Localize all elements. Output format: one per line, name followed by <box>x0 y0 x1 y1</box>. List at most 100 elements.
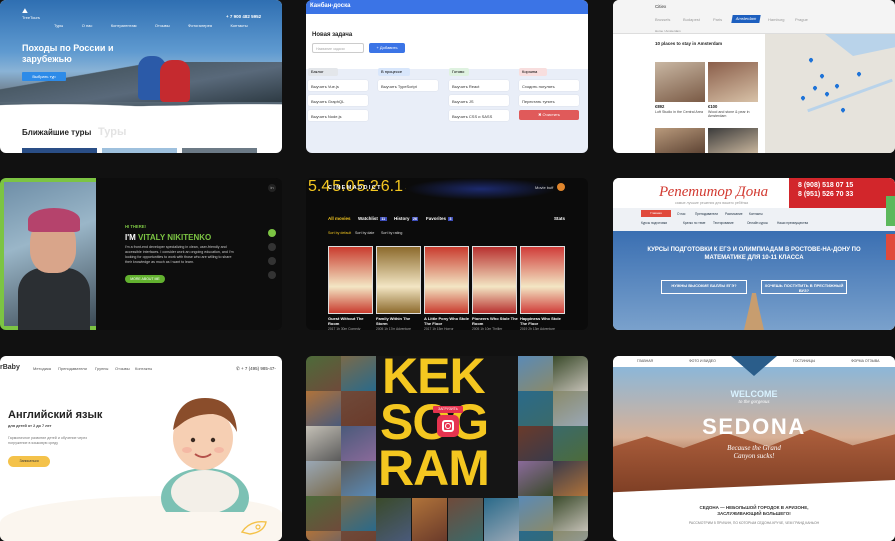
nav-link[interactable]: Контакты <box>135 366 152 371</box>
sedona-preview[interactable]: ГЛАВНАЯ ФОТО И ВИДЕО ГОСТИНИЦЫ ФОРМА ОТЗ… <box>613 356 895 541</box>
map-pin-icon[interactable] <box>800 95 806 101</box>
filter-favorites[interactable]: Favorites 3 <box>426 216 453 221</box>
nav-item[interactable]: Кратко по теме <box>683 221 705 225</box>
nav-link[interactable]: Отзывы <box>115 366 130 371</box>
mail-icon[interactable] <box>268 271 276 279</box>
cta-box[interactable]: ХОЧЕШЬ ПОСТУПИТЬ В ПРЕСТИЖНЫЙ ВУЗ? <box>761 280 847 294</box>
film-poster[interactable] <box>520 246 565 314</box>
photo-thumb[interactable] <box>518 426 553 461</box>
map-pin-icon[interactable] <box>824 91 830 97</box>
task-card[interactable]: Выучить React <box>449 80 509 91</box>
nav-link[interactable]: Фотогалерея <box>188 23 212 28</box>
tours-site-preview[interactable]: ⛰ TreeTours Туры О нас Контрагентам Отзы… <box>0 0 282 153</box>
phone-number[interactable]: + 7 900 482 5952 <box>226 14 261 19</box>
sort-date[interactable]: Sort by date <box>355 231 374 235</box>
choose-tour-button[interactable]: Выбрать тур <box>22 72 66 81</box>
photo-thumb[interactable] <box>341 356 376 391</box>
listing-photo[interactable] <box>708 128 758 153</box>
photo-thumb[interactable] <box>306 461 341 496</box>
signup-button[interactable]: Записаться <box>8 456 50 467</box>
phone-number[interactable]: ✆ + 7 (495) 985-47- <box>236 366 276 372</box>
nav-link[interactable]: Туры <box>54 23 63 28</box>
nav-link[interactable]: Контрагентам <box>111 23 137 28</box>
task-card[interactable]: Сходить погулять <box>519 80 579 91</box>
phone-number[interactable]: 8 (908) 518 07 15 <box>798 181 853 190</box>
task-card[interactable]: Выучить Node.js <box>308 110 368 121</box>
film-poster[interactable] <box>472 246 517 314</box>
photo-thumb[interactable] <box>553 461 588 496</box>
task-input[interactable]: Название задачи <box>312 43 364 53</box>
cta-box[interactable]: НУЖНЫ ВЫСОКИЕ БАЛЛЫ ЕГЭ? <box>661 280 747 294</box>
nav-item[interactable]: Расписание <box>725 212 743 216</box>
photo-thumb[interactable] <box>553 531 588 541</box>
nav-link[interactable]: ГОСТИНИЦЫ <box>793 359 815 363</box>
map-pin-icon[interactable] <box>856 71 862 77</box>
photo-thumb[interactable] <box>341 461 376 496</box>
brand-logo[interactable]: Citiex <box>655 4 666 9</box>
filter-watchlist[interactable]: Watchlist 11 <box>358 216 387 221</box>
film-title[interactable]: Happiness Who Stole The Floor <box>520 316 566 326</box>
photo-thumb[interactable] <box>553 426 588 461</box>
kanban-preview[interactable]: Канбан-доска Новая задача Название задач… <box>306 0 588 153</box>
listing-photo[interactable] <box>655 128 705 153</box>
city-tab[interactable]: Budapest <box>683 17 700 22</box>
photo-thumb[interactable] <box>484 498 519 541</box>
map-pin-icon[interactable] <box>840 107 846 113</box>
film-title[interactable]: A Little Pony Who Stole The Floor <box>424 316 470 326</box>
listing-photo[interactable] <box>655 62 705 102</box>
film-title[interactable]: Pioneers Who Stole The Room <box>472 316 518 326</box>
avatar[interactable] <box>557 183 565 191</box>
user-icon[interactable] <box>268 243 276 251</box>
tour-card[interactable] <box>22 148 97 153</box>
task-card[interactable]: Выучить GraphQL <box>308 95 368 106</box>
more-about-me-button[interactable]: MORE ABOUT ME <box>125 275 165 283</box>
baby-english-preview[interactable]: rBaby Методика Преподаватели Группы Отзы… <box>0 356 282 541</box>
photo-thumb[interactable] <box>376 498 411 541</box>
task-card[interactable]: Перестать тупить <box>519 95 579 106</box>
listing-title[interactable]: Wood and stone & pear in Amsterdam <box>708 110 756 119</box>
nav-item[interactable]: Онлайн курсы <box>747 221 768 225</box>
task-card[interactable]: Выучить CSS и SASS <box>449 110 509 121</box>
city-tab-active[interactable]: Amsterdam <box>731 15 761 23</box>
tour-card[interactable] <box>182 148 257 153</box>
listing-photo[interactable] <box>708 62 758 102</box>
nav-link[interactable]: Группы <box>95 366 108 371</box>
site-logo[interactable]: rBaby <box>0 364 20 371</box>
photo-thumb[interactable] <box>306 391 341 426</box>
photo-thumb[interactable] <box>448 498 483 541</box>
photo-thumb[interactable] <box>518 391 553 426</box>
nav-item[interactable]: Преподаватели <box>695 212 718 216</box>
nav-item[interactable]: О нас <box>677 212 686 216</box>
photo-thumb[interactable] <box>306 356 341 391</box>
task-card[interactable]: Выучить Vue.js <box>308 80 368 91</box>
map-pin-icon[interactable] <box>808 57 814 63</box>
briefcase-icon[interactable] <box>268 257 276 265</box>
nav-item[interactable]: Наши преимущества <box>777 221 808 225</box>
city-tab[interactable]: Prague <box>795 17 808 22</box>
film-poster[interactable] <box>328 246 373 314</box>
nav-link[interactable]: ФОРМА ОТЗЫВА <box>851 359 880 363</box>
photo-thumb[interactable] <box>518 531 553 541</box>
nav-link[interactable]: ФОТО И ВИДЕО <box>689 359 716 363</box>
nav-item[interactable]: Контакты <box>749 212 763 216</box>
side-tab[interactable] <box>886 196 895 226</box>
map-pin-icon[interactable] <box>819 73 825 79</box>
photo-thumb[interactable] <box>553 391 588 426</box>
film-poster[interactable] <box>376 246 421 314</box>
photo-thumb[interactable] <box>518 356 553 391</box>
tutor-site-preview[interactable]: Репетитор Дона самые лучшие решения для … <box>613 178 895 330</box>
nav-link[interactable]: О нас <box>82 23 93 28</box>
city-tab[interactable]: Brussels <box>655 17 670 22</box>
map-pin-icon[interactable] <box>812 85 818 91</box>
site-logo[interactable]: ⛰ TreeTours <box>22 8 40 20</box>
nav-link[interactable]: Отзывы <box>155 23 170 28</box>
stats-link[interactable]: Stats <box>554 216 565 221</box>
task-card[interactable]: Выучить JS <box>449 95 509 106</box>
city-tab[interactable]: Paris <box>713 17 722 22</box>
photo-thumb[interactable] <box>341 531 376 541</box>
kekogram-preview[interactable]: KEK SOG RAM ЗАГРУЗИТЬ <box>306 356 588 541</box>
nav-link[interactable]: Контакты <box>230 23 247 28</box>
photo-thumb[interactable] <box>306 496 341 531</box>
linkedin-icon[interactable]: in <box>268 184 276 192</box>
filter-all[interactable]: All movies <box>328 216 351 221</box>
